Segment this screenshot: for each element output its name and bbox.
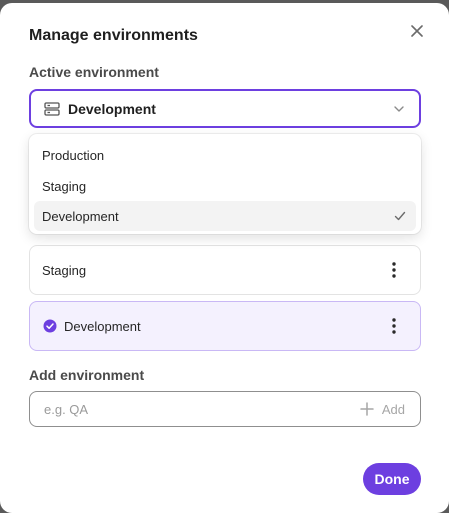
active-environment-label: Active environment — [29, 64, 159, 80]
dropdown-option-label: Development — [42, 208, 119, 224]
add-environment-label: Add environment — [29, 367, 145, 383]
environment-card-development: Development — [29, 301, 421, 351]
plus-icon — [360, 402, 374, 416]
environment-name: Development — [64, 318, 141, 334]
environment-name: Staging — [42, 262, 87, 278]
active-environment-select[interactable]: Development — [29, 89, 421, 128]
chevron-down-icon — [393, 103, 405, 115]
add-environment-field: Add — [29, 391, 421, 427]
done-button[interactable]: Done — [363, 463, 421, 495]
add-button-label: Add — [381, 401, 405, 417]
check-icon — [394, 210, 406, 222]
close-button[interactable] — [406, 20, 428, 42]
dropdown-option-label: Staging — [42, 178, 87, 194]
environment-card-staging: Staging — [29, 245, 421, 295]
add-environment-button[interactable]: Add — [360, 402, 405, 417]
dropdown-option-staging[interactable]: Staging — [34, 171, 416, 201]
add-environment-input[interactable] — [42, 400, 360, 418]
dialog-title: Manage environments — [29, 27, 198, 44]
dropdown-option-production[interactable]: Production — [34, 140, 416, 170]
selected-environment-value: Development — [68, 100, 156, 117]
manage-environments-dialog: Manage environments Active environment D… — [0, 3, 449, 513]
more-vertical-icon — [392, 318, 396, 334]
environment-dropdown-menu: Production Staging Development — [29, 134, 421, 234]
server-icon — [44, 101, 60, 116]
check-circle-icon — [43, 319, 57, 333]
more-options-button[interactable] — [385, 259, 403, 281]
dropdown-option-label: Production — [42, 147, 105, 163]
dropdown-option-development[interactable]: Development — [34, 201, 416, 231]
close-icon — [411, 25, 423, 37]
more-options-button[interactable] — [385, 315, 403, 337]
more-vertical-icon — [392, 262, 396, 278]
